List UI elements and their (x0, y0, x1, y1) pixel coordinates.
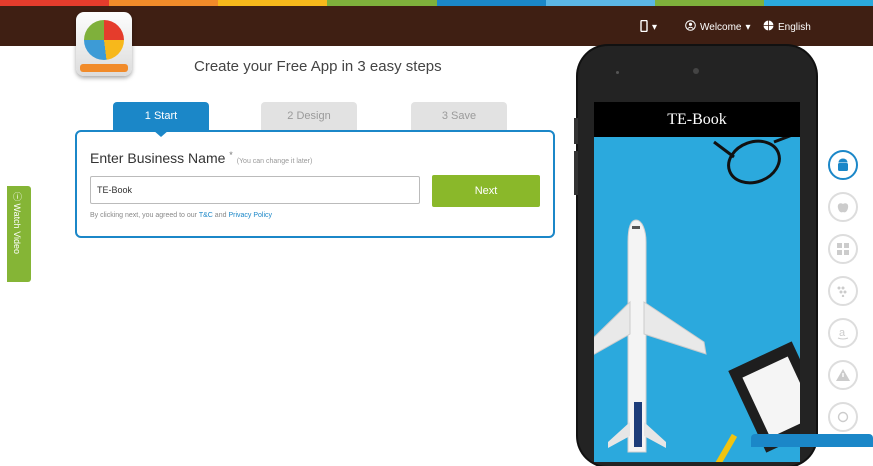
blackberry-icon[interactable] (828, 276, 858, 306)
terms-notice: By clicking next, you agreed to our T&C … (90, 212, 272, 219)
phone-volume-button (574, 151, 578, 195)
language-label: English (778, 21, 811, 33)
terms-link[interactable]: T&C (199, 212, 213, 219)
user-icon (685, 20, 696, 34)
globe-icon (763, 20, 774, 34)
windows-icon[interactable] (828, 234, 858, 264)
required-mark: * (229, 150, 233, 160)
welcome-menu[interactable]: Welcome ▾ (685, 20, 751, 34)
phone-sensor (616, 71, 619, 74)
tab-design[interactable]: 2 Design (261, 102, 357, 130)
phone-screen: TE-Book (594, 102, 800, 462)
active-tab-pointer (153, 130, 169, 137)
mobile-icon (640, 19, 648, 35)
watch-video-button[interactable]: ⓘ Watch Video (7, 186, 31, 282)
phone-preview: TE-Book (574, 46, 816, 466)
pie-chart-app-icon[interactable] (76, 12, 132, 76)
watch-video-label: Watch Video (12, 203, 22, 255)
tab-start[interactable]: 1 Start (113, 102, 209, 130)
business-name-hint: (You can change it later) (236, 158, 313, 165)
language-menu[interactable]: English (763, 20, 811, 34)
android-icon[interactable] (828, 150, 858, 180)
terms-prefix: By clicking next, you agreed to our (90, 212, 198, 219)
privacy-policy-link[interactable]: Privacy Policy (228, 212, 272, 219)
svg-text:a: a (839, 327, 846, 339)
app-preview-title: TE-Book (594, 102, 800, 137)
business-name-card: Enter Business Name * (You can change it… (75, 130, 555, 238)
business-name-label: Enter Business Name (90, 150, 226, 166)
terms-and: and (214, 212, 227, 219)
device-menu[interactable]: ▾ (640, 19, 658, 35)
amazon-icon[interactable]: a (828, 318, 858, 348)
chevron-down-icon: ▾ (652, 22, 658, 33)
tab-save[interactable]: 3 Save (411, 102, 507, 130)
more-platforms-icon[interactable] (828, 402, 858, 432)
airplane-icon (594, 130, 800, 462)
page-headline: Create your Free App in 3 easy steps (194, 58, 442, 75)
next-button[interactable]: Next (432, 175, 540, 207)
warning-icon[interactable] (828, 360, 858, 390)
phone-camera (693, 68, 699, 74)
apple-icon[interactable] (828, 192, 858, 222)
business-name-title: Enter Business Name * (You can change it… (90, 150, 312, 166)
help-circle-icon: ⓘ (12, 192, 22, 201)
business-name-input[interactable] (90, 176, 420, 204)
chat-widget[interactable] (751, 434, 873, 447)
welcome-label: Welcome (700, 21, 742, 33)
chevron-down-icon: ▾ (745, 21, 751, 33)
phone-side-button (574, 118, 578, 144)
